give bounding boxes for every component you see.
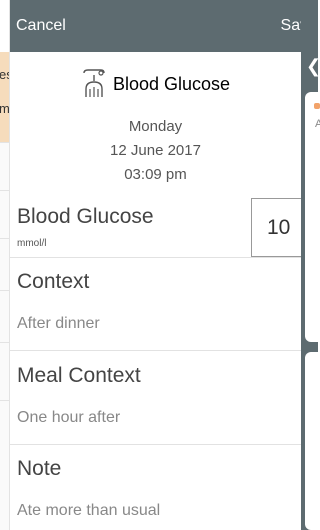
background-snippet: A: [315, 118, 320, 130]
background-snippet: m: [0, 101, 10, 116]
cancel-button[interactable]: Cancel: [16, 17, 66, 35]
divider: [10, 257, 301, 258]
divider: [10, 444, 301, 445]
meal-context-value[interactable]: One hour after: [17, 409, 120, 427]
glucose-label: Blood Glucose: [17, 205, 154, 228]
background-snippet: es: [0, 67, 9, 82]
save-button[interactable]: Save: [281, 17, 301, 35]
context-value[interactable]: After dinner: [17, 315, 100, 333]
glucose-meter-icon: [81, 69, 107, 99]
chevron-left-icon: ❮: [306, 56, 320, 76]
glucose-value: 10: [267, 216, 291, 239]
entry-time: 03:09 pm: [124, 166, 187, 183]
background-list-strip: n es m: [0, 0, 10, 530]
glucose-value-input[interactable]: 10: [251, 198, 301, 257]
entry-day: Monday: [128, 118, 183, 135]
entry-title-row: Blood Glucose: [10, 66, 301, 102]
meal-context-label: Meal Context: [17, 364, 141, 387]
entry-title: Blood Glucose: [112, 73, 231, 94]
entry-detail-sheet: Cancel Save Blood Glucose Monday 12 June…: [10, 0, 301, 530]
background-card: [305, 352, 320, 530]
background-panel: ❮ A: [301, 0, 320, 530]
entry-date: 12 June 2017: [110, 142, 201, 159]
background-highlight-row: [0, 52, 9, 142]
divider: [10, 350, 301, 351]
sheet-header: Cancel Save: [10, 0, 301, 52]
glucose-unit: mmol/l: [17, 238, 47, 249]
context-label: Context: [17, 270, 90, 293]
note-label: Note: [17, 457, 62, 480]
entry-datetime: Monday 12 June 2017 03:09 pm: [10, 115, 301, 187]
note-value[interactable]: Ate more than usual: [17, 502, 160, 520]
background-snippet: n: [1, 19, 9, 34]
